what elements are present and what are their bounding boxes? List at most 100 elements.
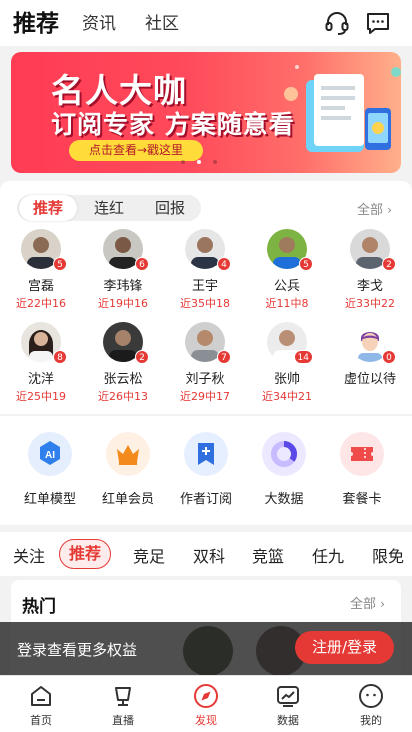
expert-badge: 2	[382, 257, 396, 271]
login-prompt-text: 登录查看更多权益	[17, 641, 138, 659]
expert-record: 近22中16	[16, 297, 66, 310]
avatar: 6	[103, 229, 149, 271]
expert-card[interactable]: 7 刘子秋 近29中17	[169, 322, 241, 404]
experts-all-link[interactable]: 全部 ›	[357, 199, 392, 218]
expert-record: 近11中8	[265, 297, 309, 310]
expert-card[interactable]: 8 沈洋 近25中19	[5, 322, 77, 404]
top-bar: 推荐 资讯 社区	[0, 0, 412, 46]
register-login-button[interactable]: 注册/登录	[295, 631, 394, 664]
feature-label: 套餐卡	[342, 492, 382, 507]
expert-name: 公兵	[273, 279, 300, 294]
avatar: 4	[185, 229, 231, 271]
nav-profile[interactable]: 我的	[341, 682, 401, 728]
hot-title: 热门	[22, 597, 56, 617]
home-icon	[31, 686, 51, 706]
expert-name: 宫磊	[27, 279, 54, 294]
expert-badge: 14	[293, 350, 313, 364]
category-tab-shuangke[interactable]: 双科	[193, 543, 225, 567]
avatar: 2	[350, 229, 396, 271]
expert-card-placeholder[interactable]: 0 虚位以待	[334, 322, 406, 388]
expert-record: 近34中21	[262, 390, 312, 403]
nav-label: 我的	[360, 714, 382, 727]
feature-section: AI 红单模型 红单会员 作者订阅 大数据 套餐卡	[0, 416, 412, 525]
category-tab-jinglan[interactable]: 竞篮	[252, 543, 284, 567]
expert-card[interactable]: 6 李玮锋 近19中16	[87, 229, 159, 311]
ticket-icon	[340, 432, 384, 476]
category-tab-recommend[interactable]: 推荐	[59, 539, 112, 569]
expert-name: 虚位以待	[343, 372, 396, 387]
expert-badge: 5	[299, 257, 313, 271]
avatar: 14	[267, 322, 313, 364]
message-icon[interactable]	[364, 9, 392, 37]
expert-badge: 7	[217, 350, 231, 364]
expert-name: 张帅	[273, 372, 300, 387]
expert-card[interactable]: 4 王宇 近35中18	[169, 229, 241, 311]
expert-badge: 0	[382, 350, 396, 364]
expert-record: 近25中19	[16, 390, 66, 403]
feature-label: 大数据	[264, 492, 304, 507]
experts-all-label: 全部	[357, 203, 384, 218]
category-tab-renjiu[interactable]: 任九	[312, 543, 344, 567]
tab-recommend[interactable]: 推荐	[11, 4, 61, 38]
customer-service-icon[interactable]	[323, 9, 351, 37]
expert-record: 近35中18	[180, 297, 230, 310]
nav-discover[interactable]: 发现	[176, 682, 236, 728]
svg-text:AI: AI	[45, 450, 55, 461]
segment-recommend[interactable]: 推荐	[19, 195, 77, 221]
nav-live[interactable]: 直播	[93, 682, 153, 728]
avatar: 5	[21, 229, 67, 271]
banner-cta-button[interactable]: 点击查看→戳这里	[69, 140, 203, 161]
expert-record: 近33中22	[345, 297, 395, 310]
expert-record: 近26中13	[98, 390, 148, 403]
tab-community[interactable]: 社区	[145, 9, 179, 34]
expert-badge: 5	[53, 257, 67, 271]
bottom-nav: 首页 直播 发现 数据 我的	[0, 675, 412, 732]
profile-icon	[359, 684, 383, 708]
feature-label: 红单模型	[23, 492, 76, 507]
expert-name: 李戈	[356, 279, 383, 294]
expert-record: 近29中17	[180, 390, 230, 403]
chevron-right-icon: ›	[387, 203, 392, 217]
segment-return[interactable]: 回报	[141, 195, 199, 221]
nav-label: 数据	[277, 714, 299, 727]
donut-chart-icon	[262, 432, 306, 476]
feature-red-model[interactable]: AI 红单模型	[13, 432, 87, 507]
banner-subheadline: 订阅专家 方案随意看	[51, 110, 295, 139]
expert-badge: 6	[135, 257, 149, 271]
category-tab-free[interactable]: 限免	[372, 543, 404, 567]
feature-package-card[interactable]: 套餐卡	[325, 432, 399, 507]
expert-card[interactable]: 2 李戈 近33中22	[334, 229, 406, 311]
category-tab-jingzu[interactable]: 竞足	[133, 543, 165, 567]
avatar: 2	[103, 322, 149, 364]
banner-dot	[213, 160, 217, 164]
banner-pagination	[181, 160, 217, 164]
experts-segment-control: 推荐 连红 回报	[17, 195, 201, 221]
tab-news[interactable]: 资讯	[82, 9, 116, 34]
ai-icon: AI	[28, 432, 72, 476]
feature-author-subscribe[interactable]: 作者订阅	[169, 432, 243, 507]
chart-icon	[277, 686, 299, 707]
hot-all-label: 全部	[350, 597, 377, 612]
bookmark-plus-icon	[184, 432, 228, 476]
placeholder-avatar: 0	[350, 322, 396, 364]
expert-card[interactable]: 5 公兵 近11中8	[251, 229, 323, 311]
category-tab-follow[interactable]: 关注	[13, 543, 45, 567]
feature-label: 红单会员	[101, 492, 154, 507]
avatar: 8	[21, 322, 67, 364]
feature-label: 作者订阅	[179, 492, 232, 507]
expert-card[interactable]: 5 宫磊 近22中16	[5, 229, 77, 311]
nav-data[interactable]: 数据	[258, 682, 318, 728]
category-tabs: 关注 推荐 竞足 双科 竞篮 任九 限免	[0, 532, 412, 576]
feature-red-member[interactable]: 红单会员	[91, 432, 165, 507]
hot-all-link[interactable]: 全部 ›	[350, 593, 385, 612]
segment-streak[interactable]: 连红	[79, 195, 139, 221]
nav-home[interactable]: 首页	[11, 682, 71, 728]
nav-label: 发现	[195, 714, 217, 727]
expert-card[interactable]: 14 张帅 近34中21	[251, 322, 323, 404]
expert-card[interactable]: 2 张云松 近26中13	[87, 322, 159, 404]
compass-icon	[194, 684, 218, 708]
tab-recommend-label: 推荐	[13, 11, 59, 37]
expert-badge: 8	[53, 350, 67, 364]
feature-big-data[interactable]: 大数据	[247, 432, 321, 507]
promo-banner[interactable]: 名人大咖 订阅专家 方案随意看 点击查看→戳这里	[11, 52, 401, 173]
